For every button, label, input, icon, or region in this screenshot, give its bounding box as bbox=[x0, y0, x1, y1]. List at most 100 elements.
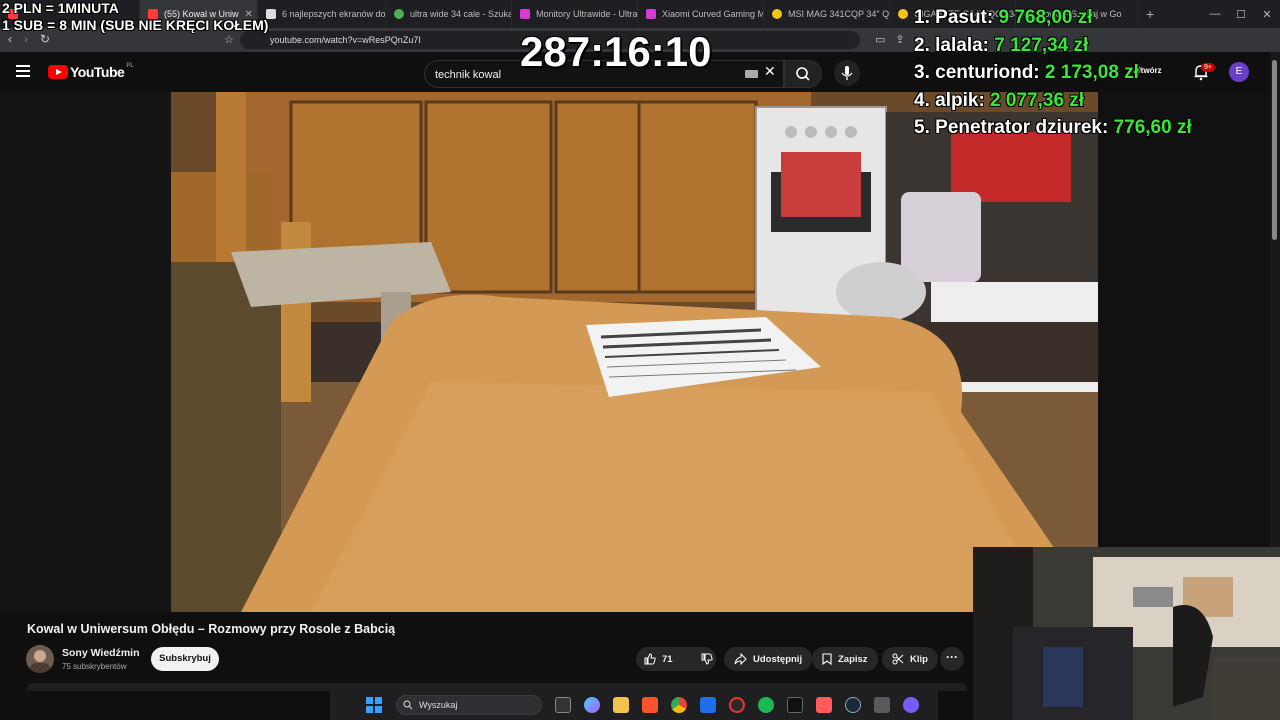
windows-start-icon[interactable] bbox=[366, 697, 382, 713]
scissors-icon bbox=[892, 653, 904, 665]
leader-name: Pasut: bbox=[935, 7, 994, 28]
clip-button[interactable]: Klip bbox=[882, 647, 938, 671]
donation-leaderboard: 1. Pasut: 9 768,00 zł 2. lalala: 7 127,3… bbox=[914, 7, 1192, 145]
browser-tab[interactable]: 6 najlepszych ekranów do bbox=[258, 0, 386, 28]
forward-icon[interactable]: › bbox=[24, 32, 28, 46]
browser-tab[interactable]: Monitory Ultrawide - Ultra bbox=[512, 0, 638, 28]
tab-favicon-icon bbox=[646, 9, 656, 19]
brave-browser-icon[interactable] bbox=[642, 697, 658, 713]
clip-label: Klip bbox=[910, 653, 928, 665]
taskbar-search[interactable]: Wyszukaj bbox=[396, 695, 542, 715]
search-button[interactable] bbox=[784, 60, 822, 88]
copilot-icon[interactable] bbox=[584, 697, 600, 713]
taskbar-search-placeholder: Wyszukaj bbox=[419, 700, 458, 710]
leader-amount: 9 768,00 zł bbox=[998, 7, 1093, 28]
share-button[interactable]: Udostępnij bbox=[724, 647, 813, 671]
maximize-icon[interactable]: ☐ bbox=[1228, 8, 1254, 21]
cast-icon[interactable]: ▭ bbox=[875, 33, 885, 46]
account-avatar[interactable]: E bbox=[1229, 62, 1249, 82]
nav-buttons: ‹ › ↻ bbox=[8, 32, 50, 46]
leaderboard-row: 5. Penetrator dziurek: 776,60 zł bbox=[914, 117, 1192, 145]
subscribe-button[interactable]: Subskrybuj bbox=[151, 647, 219, 671]
tab-label: Xiaomi Curved Gaming M bbox=[662, 9, 764, 19]
save-label: Zapisz bbox=[838, 653, 868, 665]
leader-name: centuriond: bbox=[935, 62, 1040, 83]
keyboard-icon[interactable] bbox=[745, 70, 758, 78]
tab-favicon-icon bbox=[772, 9, 782, 19]
reload-icon[interactable]: ↻ bbox=[40, 32, 50, 46]
webcam-overlay bbox=[973, 547, 1280, 720]
leader-name: lalala: bbox=[935, 34, 990, 56]
menu-icon[interactable] bbox=[16, 65, 30, 77]
share-icon bbox=[734, 653, 747, 665]
browser-tab[interactable]: Xiaomi Curved Gaming M bbox=[638, 0, 764, 28]
obs-icon[interactable] bbox=[729, 697, 745, 713]
video-player[interactable] bbox=[171, 92, 1098, 612]
share-icon[interactable]: ⇪ bbox=[895, 33, 904, 46]
tab-label: ultra wide 34 cale - Szukaj bbox=[410, 9, 512, 19]
task-view-icon[interactable] bbox=[555, 697, 571, 713]
leader-amount: 776,60 zł bbox=[1113, 117, 1192, 138]
like-dislike-group: 71 bbox=[636, 647, 716, 671]
webcam-room-image bbox=[973, 547, 1280, 720]
discord-icon[interactable] bbox=[903, 697, 919, 713]
file-explorer-icon[interactable] bbox=[613, 697, 629, 713]
voice-search-button[interactable] bbox=[834, 60, 860, 86]
share-label: Udostępnij bbox=[753, 653, 803, 665]
leader-amount: 2 173,08 zł bbox=[1044, 62, 1139, 83]
bookmark-save-icon bbox=[822, 653, 832, 665]
rate-note-line1: 2 PLN = 1MINUTA bbox=[2, 0, 119, 16]
search-favicon-icon bbox=[394, 9, 404, 19]
leader-rank: 1. bbox=[914, 7, 930, 28]
browser-tab[interactable]: ultra wide 34 cale - Szukaj bbox=[386, 0, 512, 28]
close-window-icon[interactable]: ✕ bbox=[1254, 8, 1280, 21]
subathon-timer: 287:16:10 bbox=[520, 28, 712, 75]
back-icon[interactable]: ‹ bbox=[8, 32, 12, 46]
calculator-icon[interactable] bbox=[874, 697, 890, 713]
spotify-icon[interactable] bbox=[758, 697, 774, 713]
store-icon[interactable] bbox=[700, 697, 716, 713]
leader-name: alpik: bbox=[935, 89, 985, 111]
app-icon[interactable] bbox=[787, 697, 803, 713]
bookmark-icon[interactable]: ☆ bbox=[224, 33, 234, 46]
leader-name: Penetrator dziurek: bbox=[935, 117, 1109, 138]
browser-tab[interactable]: MSI MAG 341CQP 34" QD bbox=[764, 0, 890, 28]
leaderboard-row: 1. Pasut: 9 768,00 zł bbox=[914, 7, 1192, 35]
steam-icon[interactable] bbox=[845, 697, 861, 713]
logo-text: YouTube bbox=[70, 64, 125, 80]
search-icon bbox=[796, 67, 810, 81]
tab-label: 6 najlepszych ekranów do bbox=[282, 9, 386, 19]
dislike-button[interactable] bbox=[693, 647, 721, 671]
leaderboard-row: 2. lalala: 7 127,34 zł bbox=[914, 35, 1192, 63]
rate-note-line2: 1 SUB = 8 MIN (SUB NIE KRĘCI KOŁEM) bbox=[2, 17, 269, 33]
leader-rank: 2. bbox=[914, 34, 930, 56]
microphone-icon bbox=[841, 66, 853, 80]
scrollbar-thumb[interactable] bbox=[1272, 60, 1277, 240]
leader-rank: 4. bbox=[914, 89, 930, 111]
side-panel-background bbox=[1098, 92, 1280, 547]
clear-search-icon[interactable]: ✕ bbox=[764, 63, 776, 80]
logo-country: PL bbox=[126, 63, 134, 69]
video-title: Kowal w Uniwersum Obłędu – Rozmowy przy … bbox=[27, 622, 396, 636]
minimize-icon[interactable]: — bbox=[1202, 8, 1228, 20]
channel-name[interactable]: Sony Wiedźmin bbox=[62, 647, 140, 659]
youtube-play-icon bbox=[48, 65, 68, 79]
leader-rank: 5. bbox=[914, 117, 930, 138]
windows-taskbar: Wyszukaj bbox=[330, 690, 938, 720]
like-button[interactable]: 71 bbox=[636, 647, 681, 671]
leader-amount: 7 127,34 zł bbox=[994, 34, 1089, 56]
thumbs-up-icon bbox=[644, 653, 656, 665]
youtube-logo[interactable]: YouTube PL bbox=[48, 63, 134, 80]
tab-favicon-icon bbox=[898, 9, 908, 19]
chrome-icon[interactable] bbox=[671, 697, 687, 713]
leaderboard-row: 3. centuriond: 2 173,08 zł bbox=[914, 62, 1192, 90]
tab-label: MSI MAG 341CQP 34" QD bbox=[788, 9, 890, 19]
app-icon-active[interactable] bbox=[816, 697, 832, 713]
more-actions-button[interactable]: ··· bbox=[940, 647, 964, 671]
save-button[interactable]: Zapisz bbox=[812, 647, 878, 671]
leader-rank: 3. bbox=[914, 62, 930, 83]
channel-avatar-image bbox=[30, 650, 50, 673]
thumbs-down-icon bbox=[701, 653, 713, 665]
channel-avatar[interactable] bbox=[26, 645, 54, 673]
video-frame-kitchen bbox=[171, 92, 1098, 612]
